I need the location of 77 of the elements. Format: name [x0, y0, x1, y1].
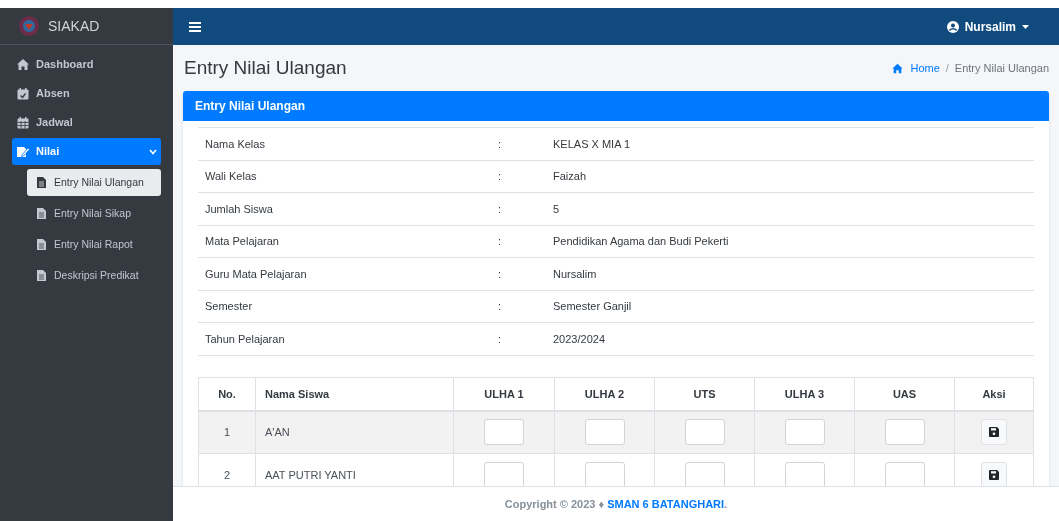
info-label: Nama Kelas — [205, 137, 265, 150]
menu-item-icon — [16, 87, 30, 100]
column-header: ULHA 1 — [484, 387, 524, 400]
copyright-text: Copyright © 2023 ♦ SMAN 6 BATANGHARI. — [504, 496, 728, 512]
brand-title: SIAKAD — [48, 16, 100, 36]
info-label: Guru Mata Pelajaran — [205, 267, 307, 280]
breadcrumb-current: Entry Nilai Ulangan — [954, 60, 1049, 76]
info-label: Semester — [205, 300, 253, 312]
score-input[interactable] — [484, 419, 524, 446]
student-name: A'AN — [265, 426, 290, 438]
separator: : — [498, 300, 502, 312]
column-header: No. — [218, 387, 236, 400]
user-icon — [946, 20, 959, 33]
separator: : — [498, 267, 502, 280]
info-value: Pendidikan Agama dan Budi Pekerti — [553, 235, 729, 247]
file-icon — [37, 177, 46, 188]
student-name: AAT PUTRI YANTI — [265, 468, 356, 481]
separator: : — [498, 170, 502, 182]
sidebar-item[interactable]: Dashboard — [12, 51, 161, 78]
score-input[interactable] — [584, 419, 625, 446]
file-icon — [37, 208, 46, 219]
submenu-item[interactable]: Entry Nilai Rapot — [27, 231, 161, 258]
separator: : — [498, 332, 502, 345]
column-header: Nama Siswa — [265, 387, 330, 400]
menu-item-icon — [16, 116, 30, 129]
separator: : — [498, 235, 502, 247]
logo-icon — [18, 15, 40, 37]
menu-item-icon — [16, 58, 30, 71]
info-label: Tahun Pelajaran — [205, 332, 285, 345]
file-icon — [37, 239, 46, 250]
row-number: 1 — [223, 426, 231, 438]
score-input[interactable] — [884, 462, 925, 486]
menu-icon — [189, 21, 201, 32]
save-icon — [989, 470, 999, 480]
separator: : — [498, 202, 502, 215]
score-input[interactable] — [884, 419, 925, 446]
info-value: 5 — [553, 202, 560, 215]
sidebar-item[interactable]: Jadwal — [12, 109, 161, 136]
submenu-item[interactable]: Deskripsi Predikat — [27, 262, 161, 289]
column-header: UAS — [892, 387, 917, 400]
save-icon — [989, 427, 999, 438]
score-input[interactable] — [684, 462, 725, 486]
home-icon — [891, 62, 905, 74]
info-value: 2023/2024 — [553, 332, 605, 345]
submenu-item[interactable]: Entry Nilai Sikap — [27, 200, 161, 227]
score-input[interactable] — [484, 462, 524, 486]
column-header: ULHA 3 — [784, 387, 825, 400]
sidebar-item[interactable]: Absen — [12, 80, 161, 107]
user-menu[interactable]: Nursalim — [946, 17, 1043, 36]
column-header: ULHA 2 — [584, 387, 625, 400]
menu-button[interactable] — [189, 21, 201, 32]
column-header: Aksi — [982, 387, 1006, 400]
separator: : — [498, 137, 502, 150]
score-input[interactable] — [584, 462, 625, 486]
info-label: Mata Pelajaran — [205, 235, 279, 247]
info-value: KELAS X MIA 1 — [553, 137, 631, 150]
submenu-item[interactable]: Entry Nilai Ulangan — [27, 169, 161, 196]
score-input[interactable] — [684, 419, 725, 446]
info-value: Faizah — [553, 170, 587, 182]
breadcrumb-separator: / — [945, 60, 949, 76]
caret-icon — [1022, 24, 1029, 29]
row-number: 2 — [223, 468, 231, 481]
card-header: Entry Nilai Ulangan — [183, 91, 1049, 121]
save-button[interactable] — [981, 462, 1007, 486]
score-input[interactable] — [784, 419, 825, 446]
info-value: Nursalim — [553, 267, 597, 280]
breadcrumb-link[interactable]: Home — [891, 59, 940, 77]
sidebar-item[interactable]: Nilai — [12, 138, 161, 165]
column-header: UTS — [693, 387, 716, 400]
page-title: Entry Nilai Ulangan — [184, 55, 347, 80]
score-input[interactable] — [784, 462, 825, 486]
info-label: Wali Kelas — [205, 170, 257, 182]
menu-item-icon — [16, 145, 30, 158]
info-label: Jumlah Siswa — [205, 202, 273, 215]
save-button[interactable] — [981, 419, 1007, 446]
file-icon — [37, 270, 46, 281]
info-value: Semester Ganjil — [553, 300, 632, 312]
